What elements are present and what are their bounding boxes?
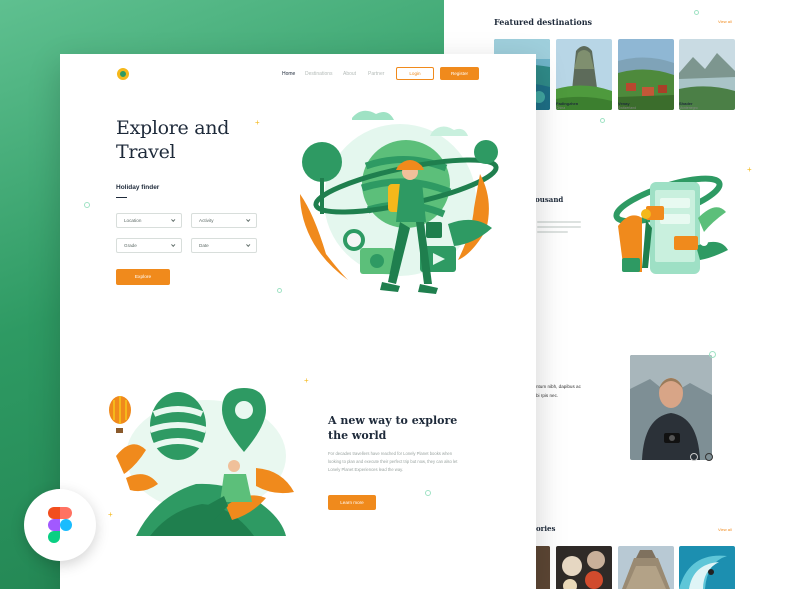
grade-select-value: Grade: [124, 243, 137, 248]
hero-title: Explore and Travel: [116, 117, 230, 163]
destination-card[interactable]: [556, 39, 612, 110]
story-card[interactable]: [679, 546, 735, 589]
destination-photo: [618, 39, 674, 110]
sparkle-icon: [84, 202, 90, 208]
date-select[interactable]: Date: [191, 238, 257, 253]
paragraph-placeholder: [537, 221, 581, 236]
stories-view-all-link[interactable]: View all: [718, 527, 732, 532]
view-all-link[interactable]: View all: [718, 19, 732, 24]
nav-about[interactable]: About: [343, 71, 356, 77]
destination-country: Montenegro: [679, 106, 698, 110]
location-select[interactable]: Location: [116, 213, 182, 228]
sparkle-icon: +: [747, 165, 752, 174]
holiday-finder-underline: [116, 197, 127, 198]
story-card[interactable]: [556, 546, 612, 589]
learn-more-button[interactable]: Learn more: [328, 495, 376, 510]
nav-destinations[interactable]: Destinations: [305, 71, 333, 77]
balloon-illustration: [109, 388, 294, 536]
feature-title: A new way to explore the world: [328, 414, 458, 442]
nav-home[interactable]: Home: [282, 71, 295, 77]
destination-country: China: [556, 106, 566, 110]
chevron-down-icon: [246, 242, 251, 247]
sparkle-icon: [425, 490, 431, 496]
sparkle-icon: +: [304, 376, 309, 385]
destination-country: Switzerland: [618, 106, 637, 110]
destination-card[interactable]: [679, 39, 735, 110]
featured-destinations-title: Featured destinations: [494, 17, 593, 27]
story-card[interactable]: [618, 546, 674, 589]
chevron-down-icon: [246, 217, 251, 222]
sparkle-icon: +: [108, 510, 113, 519]
sparkle-icon: +: [255, 118, 260, 127]
sparkle-icon: [600, 118, 605, 123]
chevron-down-icon: [171, 217, 176, 222]
activity-select[interactable]: Activity: [191, 213, 257, 228]
login-button[interactable]: Login: [396, 67, 434, 80]
register-button[interactable]: Register: [440, 67, 479, 80]
activity-select-value: Activity: [199, 218, 214, 223]
story-photo: [679, 546, 735, 589]
carousel-prev-button[interactable]: [690, 453, 698, 461]
nav-partner[interactable]: Partner: [368, 71, 384, 77]
destination-card[interactable]: [618, 39, 674, 110]
location-select-value: Location: [124, 218, 142, 223]
explore-button[interactable]: Explore: [116, 269, 170, 285]
date-select-value: Date: [199, 243, 209, 248]
logo-icon[interactable]: [117, 68, 129, 80]
phone-illustration: [613, 175, 728, 274]
holiday-finder-label: Holiday finder: [116, 184, 160, 191]
traveller-planet-illustration: [300, 110, 499, 294]
figma-logo-icon: [48, 507, 72, 543]
figma-badge: [24, 489, 96, 561]
carousel-next-button[interactable]: [705, 453, 713, 461]
grade-select[interactable]: Grade: [116, 238, 182, 253]
sparkle-icon: [277, 288, 282, 293]
story-photo: [556, 546, 612, 589]
sparkle-icon: [694, 10, 699, 15]
destination-photo: [679, 39, 735, 110]
chevron-down-icon: [171, 242, 176, 247]
section-heading-fragment: ories: [536, 524, 556, 533]
destination-photo: [556, 39, 612, 110]
sparkle-icon: [709, 351, 716, 358]
story-photo: [618, 546, 674, 589]
feature-body: For decades travellers have reached for …: [328, 451, 458, 472]
traveller-photo: [630, 355, 712, 460]
